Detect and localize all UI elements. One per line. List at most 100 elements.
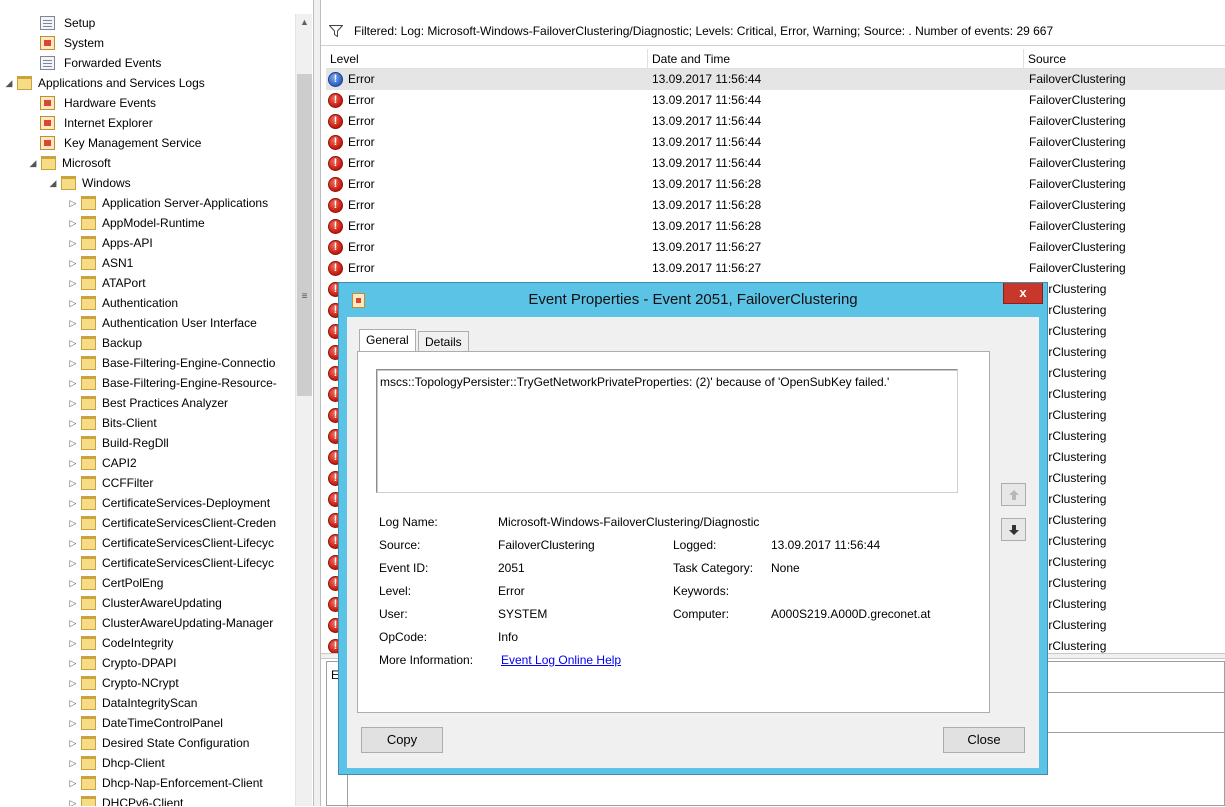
expand-arrow-icon[interactable]: ▷ [68,753,78,773]
error-icon: ! [328,240,343,255]
expand-arrow-icon[interactable]: ▷ [68,313,78,333]
column-header-level[interactable]: Level [326,49,648,69]
tree-scrollbar[interactable]: ▲ ≡ [295,14,312,806]
close-icon[interactable]: x [1003,283,1043,304]
expand-arrow-icon[interactable]: ▷ [68,533,78,553]
tree-item-label: Base-Filtering-Engine-Connectio [102,356,276,370]
level-value[interactable]: Error [498,584,525,598]
collapse-arrow-icon[interactable]: ◢ [4,73,14,93]
expand-arrow-icon[interactable]: ▷ [68,273,78,293]
scrollbar-thumb[interactable]: ≡ [297,74,312,396]
expand-arrow-icon[interactable]: ▷ [68,653,78,673]
pane-splitter[interactable] [313,0,321,806]
expand-arrow-icon[interactable]: ▷ [68,693,78,713]
folder-icon [81,316,96,330]
copy-button[interactable]: Copy [361,727,443,753]
folder-icon [81,596,96,610]
dialog-body: General Details mscs::TopologyPersister:… [347,317,1039,768]
event-row[interactable]: ! Error 13.09.2017 11:56:44 FailoverCluster… [326,132,1225,153]
expand-arrow-icon[interactable]: ▷ [68,333,78,353]
computer-value[interactable]: A000S219.A000D.greconet.at [771,607,930,621]
tree-item-label: Internet Explorer [64,116,153,130]
event-row[interactable]: ! Error 13.09.2017 11:56:44 FailoverCluster… [326,69,1225,90]
close-button[interactable]: Close [943,727,1025,753]
expand-arrow-icon[interactable]: ▷ [68,573,78,593]
expand-arrow-icon[interactable]: ▷ [68,793,78,806]
expand-arrow-icon[interactable]: ▷ [68,413,78,433]
expand-arrow-icon[interactable]: ▷ [68,593,78,613]
expand-arrow-icon[interactable]: ▷ [68,373,78,393]
event-level-cell: Error [348,156,375,170]
tab-general[interactable]: General [359,329,416,353]
tree-item-label: DateTimeControlPanel [102,716,223,730]
event-row[interactable]: ! Error 13.09.2017 11:56:44 FailoverCluster… [326,111,1225,132]
expand-arrow-icon[interactable]: ▷ [68,473,78,493]
expand-arrow-icon[interactable]: ▷ [68,713,78,733]
expand-arrow-icon[interactable]: ▷ [68,293,78,313]
collapse-arrow-icon[interactable]: ◢ [28,153,38,173]
expand-arrow-icon[interactable]: ▷ [68,633,78,653]
event-table-header: Level Date and Time Source [326,49,1225,69]
event-row[interactable]: ! Error 13.09.2017 11:56:28 FailoverCluster… [326,195,1225,216]
event-row[interactable]: ! Error 13.09.2017 11:56:44 FailoverCluster… [326,153,1225,174]
folder-icon [81,536,96,550]
folder-icon [81,476,96,490]
user-value[interactable]: SYSTEM [498,607,547,621]
expand-arrow-icon[interactable]: ▷ [68,253,78,273]
expand-arrow-icon[interactable]: ▷ [68,513,78,533]
logged-value[interactable]: 13.09.2017 11:56:44 [771,538,880,552]
next-event-arrow-icon[interactable] [1001,518,1026,541]
tree-item-label: CertificateServicesClient-Creden [102,516,277,530]
tree-item-label: Application Server-Applications [102,196,269,210]
event-level-cell: Error [348,219,375,233]
folder-icon [81,416,96,430]
error-icon: ! [328,156,343,171]
error-icon: ! [328,219,343,234]
tree-item-label: Desired State Configuration [102,736,250,750]
expand-arrow-icon[interactable]: ▷ [68,493,78,513]
folder-icon [81,236,96,250]
event-row[interactable]: ! Error 13.09.2017 11:56:28 FailoverCluster… [326,174,1225,195]
tree-item-label: Crypto-NCrypt [102,676,179,690]
tree-item-label: ASN1 [102,256,134,270]
tree-item-label: DHCPv6-Client [102,796,184,806]
expand-arrow-icon[interactable]: ▷ [68,393,78,413]
source-value[interactable]: FailoverClustering [498,538,595,552]
event-source-cell: FailoverClustering [1029,240,1126,254]
opcode-value[interactable]: Info [498,630,518,644]
previous-event-arrow-icon[interactable] [1001,483,1026,506]
event-row[interactable]: ! Error 13.09.2017 11:56:44 FailoverCluster… [326,90,1225,111]
event-source-cell: FailoverClustering [1029,135,1126,149]
error-icon: ! [328,177,343,192]
folder-icon [17,76,32,90]
event-log-online-help-link[interactable]: Event Log Online Help [501,653,621,667]
tree-item-label: CertificateServices-Deployment [102,496,271,510]
event-description[interactable]: mscs::TopologyPersister::TryGetNetworkPr… [376,369,958,493]
log-name-value[interactable]: Microsoft-Windows-FailoverClustering/Dia… [498,515,759,529]
event-row[interactable]: ! Error 13.09.2017 11:56:27 FailoverCluster… [326,258,1225,279]
tab-details[interactable]: Details [418,331,469,352]
column-header-source[interactable]: Source [1024,49,1225,69]
task-category-value[interactable]: None [771,561,800,575]
event-date-cell: 13.09.2017 11:56:28 [652,177,762,191]
event-row[interactable]: ! Error 13.09.2017 11:56:28 FailoverCluster… [326,216,1225,237]
event-date-cell: 13.09.2017 11:56:27 [652,240,762,254]
folder-icon [81,376,96,390]
expand-arrow-icon[interactable]: ▷ [68,213,78,233]
expand-arrow-icon[interactable]: ▷ [68,353,78,373]
event-id-value[interactable]: 2051 [498,561,525,575]
expand-arrow-icon[interactable]: ▷ [68,453,78,473]
expand-arrow-icon[interactable]: ▷ [68,773,78,793]
scroll-up-arrow-icon[interactable]: ▲ [296,14,313,31]
expand-arrow-icon[interactable]: ▷ [68,433,78,453]
expand-arrow-icon[interactable]: ▷ [68,193,78,213]
expand-arrow-icon[interactable]: ▷ [68,733,78,753]
collapse-arrow-icon[interactable]: ◢ [48,173,58,193]
tree-item-label: Microsoft [62,156,111,170]
event-row[interactable]: ! Error 13.09.2017 11:56:27 FailoverCluster… [326,237,1225,258]
expand-arrow-icon[interactable]: ▷ [68,233,78,253]
expand-arrow-icon[interactable]: ▷ [68,613,78,633]
column-header-date-time[interactable]: Date and Time [648,49,1024,69]
expand-arrow-icon[interactable]: ▷ [68,673,78,693]
expand-arrow-icon[interactable]: ▷ [68,553,78,573]
